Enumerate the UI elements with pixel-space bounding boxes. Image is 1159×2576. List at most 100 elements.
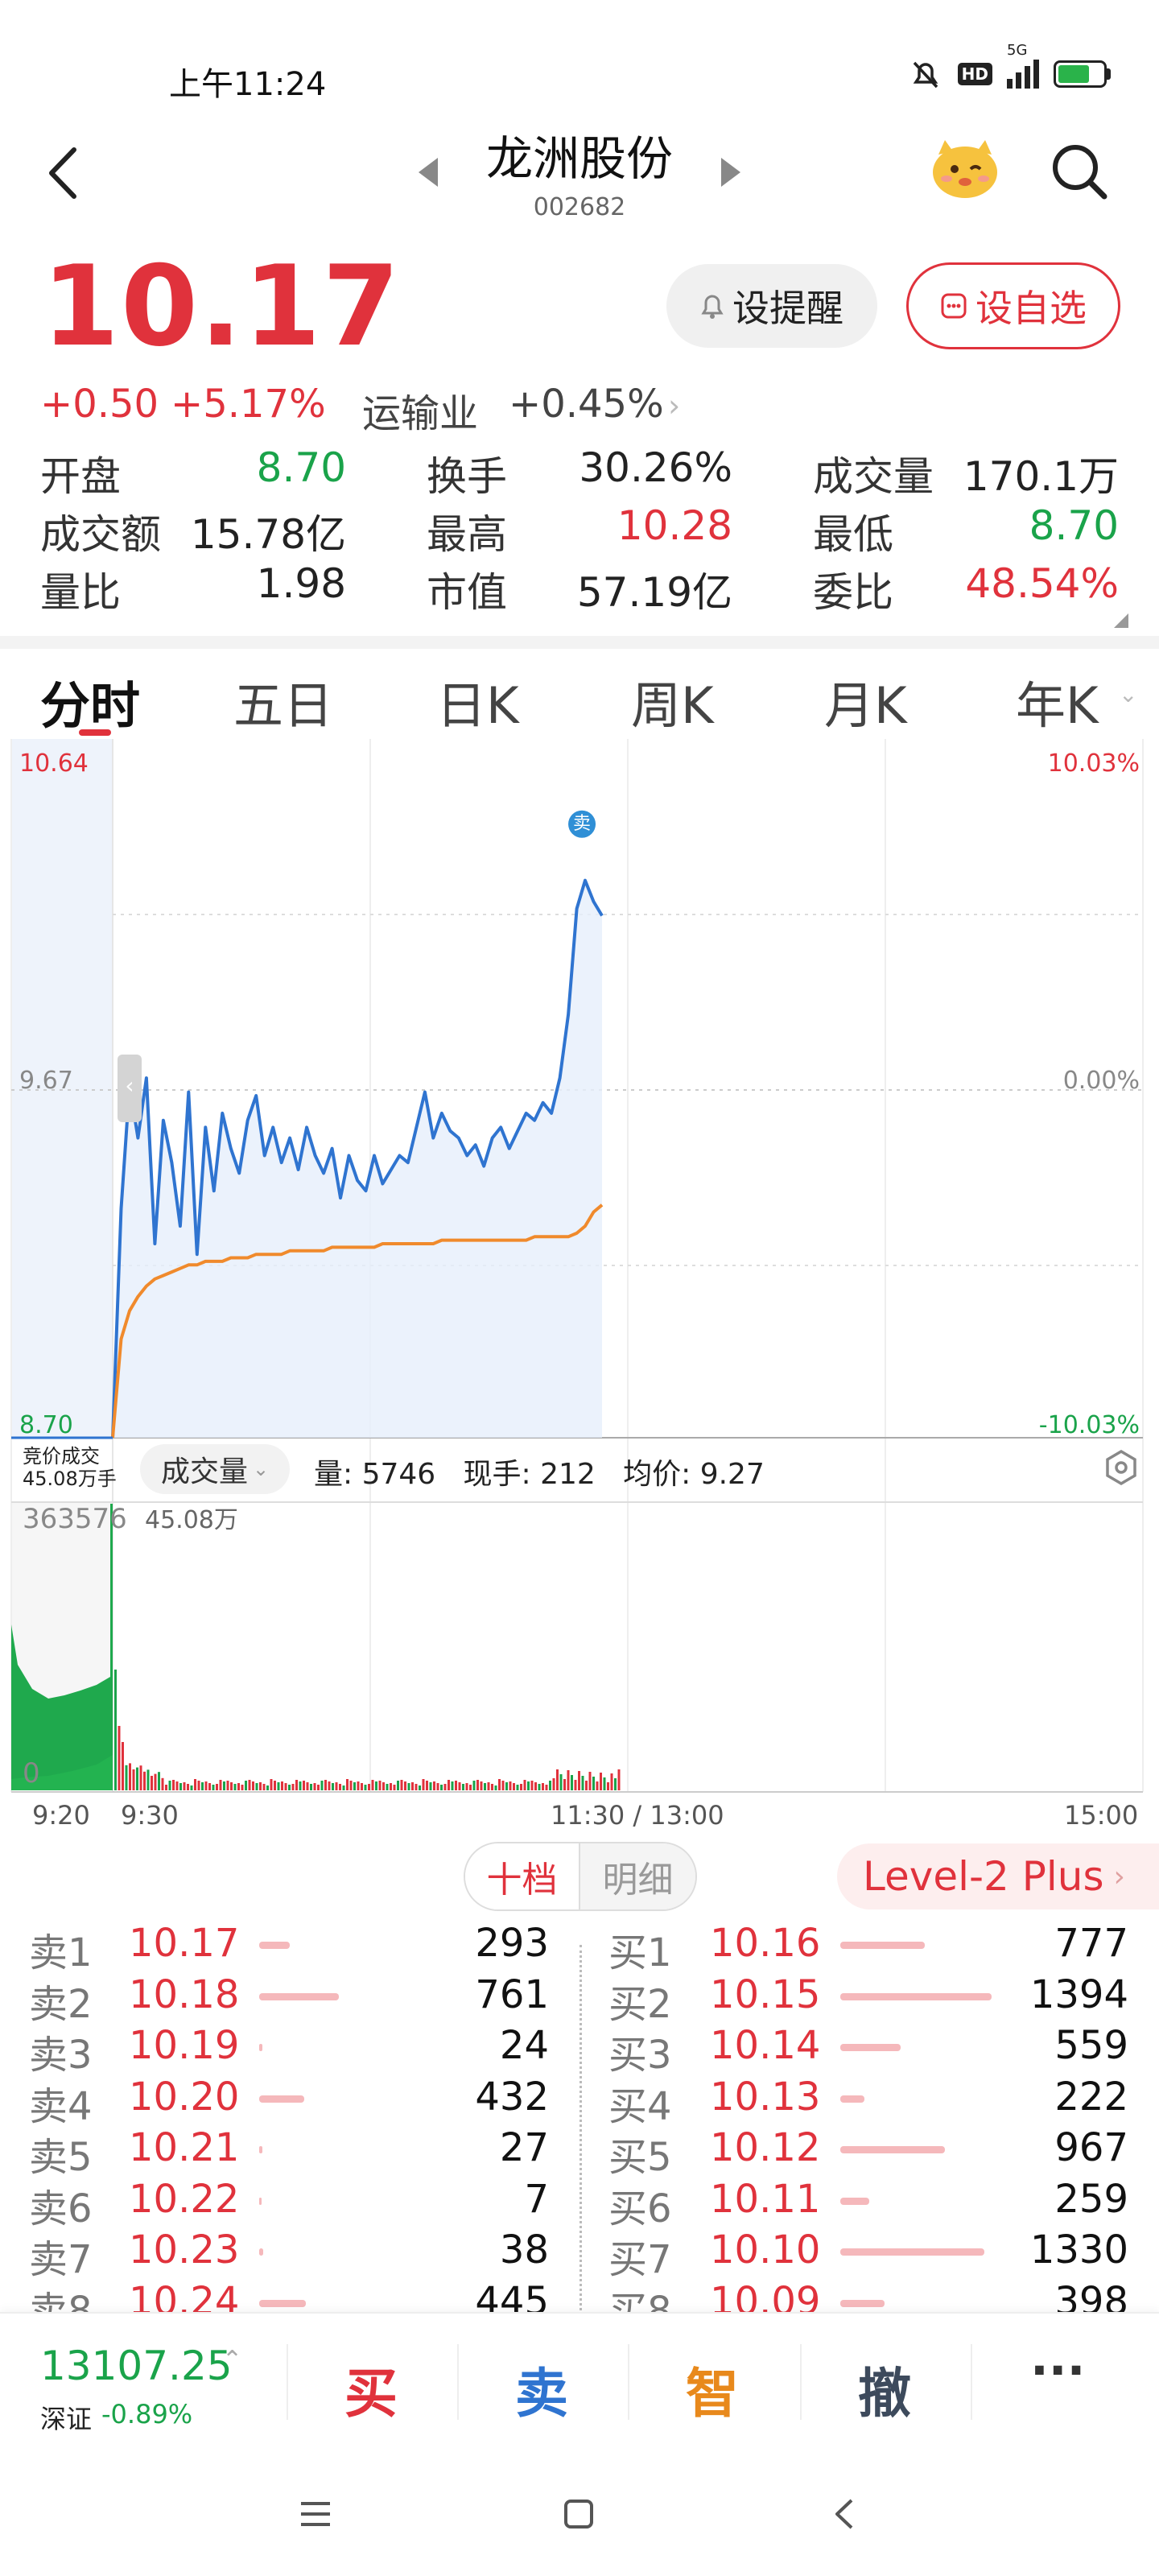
volume-bar [563,1779,566,1790]
indicator-selector[interactable]: 成交量 ⌄ [140,1444,290,1494]
watchlist-icon [941,293,967,319]
volume-bar [382,1782,385,1790]
next-stock-arrow[interactable] [721,158,740,187]
volume-bar [262,1784,266,1790]
volume-bar [255,1783,258,1790]
stat-value: 8.70 [256,444,346,491]
action-separator [457,2344,459,2420]
home-icon[interactable] [563,2499,594,2529]
action-separator [287,2344,288,2420]
ask-depth-bar [259,1942,290,1949]
set-alert-button[interactable]: 设提醒 [666,264,877,348]
volume-bar [139,1765,142,1790]
volume-bar [317,1785,320,1790]
y-bottom-label: 8.70 [19,1411,73,1439]
y-top-label: 10.64 [19,749,89,778]
bid-price[interactable]: 10.11 [710,2177,820,2222]
pct-bottom-label: -10.03% [1039,1411,1140,1439]
intraday-chart[interactable]: 卖 ‹ 10.64 9.67 8.70 10.03% 0.00% -10.03%… [0,739,1159,1802]
volume-bar [469,1785,472,1790]
bid-price[interactable]: 10.12 [710,2125,820,2170]
ask-depth-bar [259,2095,304,2103]
volume-bar [183,1782,186,1790]
add-watchlist-button[interactable]: 设自选 [906,262,1120,349]
volume-bar [151,1776,153,1790]
bid-price[interactable]: 10.13 [710,2074,820,2120]
volume-bar [161,1777,164,1790]
stat-value: 170.1万 [963,453,1119,500]
ask-price[interactable]: 10.18 [129,1972,239,2017]
volume-bar [603,1777,606,1790]
volume-bar [472,1781,476,1790]
bid-quantity: 1330 [1029,2227,1128,2273]
battery-icon [1054,60,1111,88]
tab-intraday[interactable]: 分时 [40,665,140,737]
volume-bar [165,1785,167,1790]
ask-label: 卖6 [29,2186,93,2231]
ask-price[interactable]: 10.17 [129,1921,239,1966]
ask-quantity: 27 [499,2125,549,2170]
sell-button[interactable]: 卖 [515,2351,568,2428]
bid-price[interactable]: 10.14 [710,2023,820,2068]
tab-ten-levels[interactable]: 十档 [465,1843,581,1909]
volume-bar [397,1781,399,1790]
mascot-icon[interactable] [929,137,1001,201]
volume-bar [588,1772,592,1790]
chevron-left-icon[interactable]: ‹ [125,1072,134,1099]
ask-price[interactable]: 10.23 [129,2227,239,2273]
tab-weekly-k[interactable]: 周K [631,665,714,737]
ask-quantity: 38 [499,2227,549,2273]
index-value[interactable]: 13107.25 [40,2343,233,2389]
tab-five-day[interactable]: 五日 [233,665,333,737]
stat-label: 成交量 [813,453,934,500]
tab-yearly-k[interactable]: 年K [1016,665,1099,737]
level2-plus-button[interactable]: Level-2 Plus › [837,1843,1159,1909]
set-alert-label: 设提醒 [732,287,843,330]
smart-trade-button[interactable]: 智 [686,2351,739,2428]
tab-daily-k[interactable]: 日K [436,665,519,737]
index-change-pct[interactable]: -0.89% [101,2399,192,2429]
menu-icon[interactable] [299,2500,332,2528]
ask-price[interactable]: 10.22 [129,2177,239,2222]
signal-icon: 5G [1007,42,1039,89]
tab-monthly-k[interactable]: 月K [824,665,907,737]
volume-bar [114,1670,117,1790]
bid-price[interactable]: 10.10 [710,2227,820,2273]
volume-bar [440,1785,443,1790]
volume-bar [386,1784,389,1790]
bid-quantity: 559 [1054,2023,1128,2068]
network-type: 5G [1007,42,1028,59]
volume-bar [596,1781,599,1790]
search-icon[interactable] [1046,138,1111,203]
volume-bar [578,1771,580,1790]
volume-bar [303,1781,305,1790]
industry-change-pct[interactable]: +0.45% [509,382,664,427]
index-name[interactable]: 深证 [40,2399,92,2436]
ask-price[interactable]: 10.19 [129,2023,239,2068]
volume-bar [567,1770,570,1790]
bid-price[interactable]: 10.16 [710,1921,820,1966]
order-book-mode-toggle[interactable]: 十档 明细 [464,1842,697,1911]
settings-icon[interactable] [1103,1449,1140,1486]
cancel-order-button[interactable]: 撤 [858,2351,911,2428]
time-label-0920: 9:20 [32,1800,90,1831]
stat-value: 57.19亿 [576,569,732,616]
volume-bar [480,1781,483,1790]
sell-marker[interactable]: 卖 [568,810,596,838]
nav-back-icon[interactable] [832,2497,856,2531]
ask-depth-bar [259,2299,306,2307]
bid-price[interactable]: 10.15 [710,1972,820,2017]
volume-bar [346,1779,349,1790]
chevron-up-icon[interactable]: ⌃ [222,2346,242,2374]
expand-corner-icon[interactable] [1114,613,1128,628]
ask-price[interactable]: 10.20 [129,2074,239,2120]
chevron-down-icon[interactable]: ⌄ [1119,681,1137,708]
tab-trade-detail[interactable]: 明细 [580,1843,695,1909]
chevron-right-icon[interactable]: › [668,388,680,423]
volume-bar [520,1784,522,1790]
buy-button[interactable]: 买 [344,2351,398,2428]
more-button[interactable]: ··· [1030,2343,1085,2399]
volume-bar [291,1784,295,1790]
industry-link[interactable]: 运输业 [362,382,478,438]
ask-price[interactable]: 10.21 [129,2125,239,2170]
